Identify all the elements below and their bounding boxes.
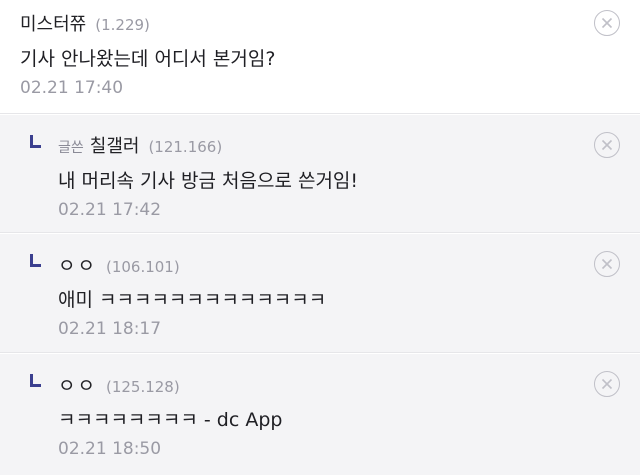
comment-ip: (121.166)	[148, 138, 223, 156]
close-icon	[601, 378, 613, 390]
comment-thread: 미스터쮸 (1.229) 기사 안나왔는데 어디서 본거임? 02.21 17:…	[0, 0, 640, 475]
comment-ip: (106.101)	[105, 258, 180, 276]
comment-author[interactable]: 칠갤러	[90, 132, 140, 158]
comment-timestamp: 02.21 18:17	[58, 319, 162, 339]
comment-timestamp: 02.21 17:40	[20, 78, 124, 98]
comment-ip: (1.229)	[95, 16, 150, 34]
delete-comment-button[interactable]	[594, 371, 620, 397]
comment-text: ㅋㅋㅋㅋㅋㅋㅋㅋ - dc App	[58, 409, 283, 431]
comment-header: 미스터쮸 (1.229)	[20, 10, 150, 36]
comment-header: ㅇㅇ (125.128)	[58, 371, 180, 398]
delete-comment-button[interactable]	[594, 10, 620, 36]
close-icon	[601, 139, 613, 151]
comment-header: ㅇㅇ (106.101)	[58, 251, 180, 278]
comment-author[interactable]: ㅇㅇ	[58, 371, 97, 398]
reply-comment: ㅇㅇ (125.128) ㅋㅋㅋㅋㅋㅋㅋㅋ - dc App 02.21 18:…	[0, 354, 640, 475]
comment: 미스터쮸 (1.229) 기사 안나왔는데 어디서 본거임? 02.21 17:…	[0, 0, 640, 114]
comment-author[interactable]: 미스터쮸	[20, 10, 86, 36]
comment-text: 기사 안나왔는데 어디서 본거임?	[20, 48, 276, 70]
reply-arrow-icon	[30, 254, 41, 267]
comment-ip: (125.128)	[105, 378, 180, 396]
comment-timestamp: 02.21 18:50	[58, 439, 162, 459]
comment-author[interactable]: ㅇㅇ	[58, 251, 97, 278]
close-icon	[601, 258, 613, 270]
reply-comment: 글쓴 칠갤러 (121.166) 내 머리속 기사 방금 처음으로 쓴거임! 0…	[0, 115, 640, 233]
delete-comment-button[interactable]	[594, 251, 620, 277]
comment-text: 애미 ㅋㅋㅋㅋㅋㅋㅋㅋㅋㅋㅋㅋㅋ	[58, 289, 327, 311]
comment-text: 내 머리속 기사 방금 처음으로 쓴거임!	[58, 170, 359, 192]
reply-arrow-icon	[30, 374, 41, 387]
delete-comment-button[interactable]	[594, 132, 620, 158]
reply-arrow-icon	[30, 135, 41, 148]
reply-comment: ㅇㅇ (106.101) 애미 ㅋㅋㅋㅋㅋㅋㅋㅋㅋㅋㅋㅋㅋ 02.21 18:1…	[0, 234, 640, 353]
close-icon	[601, 17, 613, 29]
comment-header: 글쓴 칠갤러 (121.166)	[58, 132, 222, 158]
author-tag: 글쓴	[58, 140, 84, 156]
comment-timestamp: 02.21 17:42	[58, 200, 162, 220]
